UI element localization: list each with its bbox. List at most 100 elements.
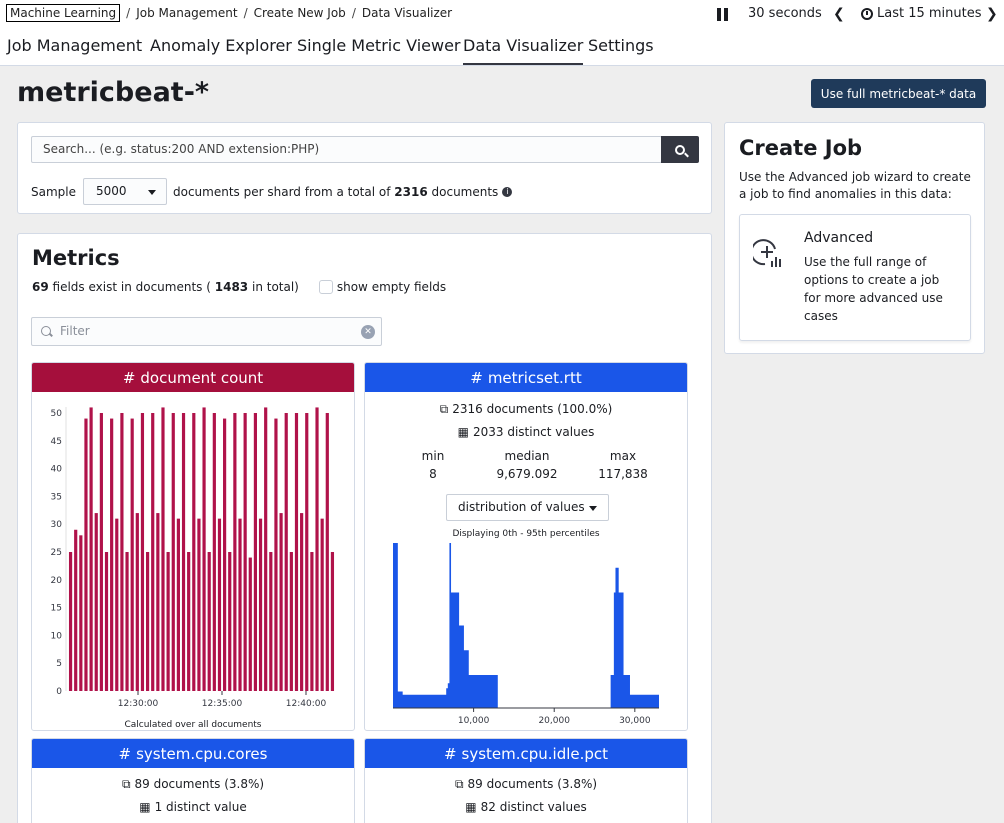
bar — [171, 413, 175, 691]
sample-suffix-b: documents — [431, 184, 499, 199]
min-value: 8 — [429, 467, 437, 481]
chevron-left-icon[interactable]: ❮ — [833, 6, 845, 22]
median-label: median — [504, 449, 550, 463]
tab-single-metric-viewer[interactable]: Single Metric Viewer — [297, 36, 461, 63]
sample-size-value: 5000 — [96, 184, 127, 198]
breadcrumb-machine-learning[interactable]: Machine Learning — [6, 4, 121, 22]
card-title: system.cpu.cores — [136, 744, 268, 763]
total-documents: 2316 — [394, 184, 428, 199]
bar — [279, 513, 283, 691]
bar — [264, 407, 268, 691]
breadcrumb-create-new-job[interactable]: Create New Job — [254, 6, 346, 20]
card-header: # metricset.rtt — [365, 363, 687, 392]
document-count-card: # document count 0 5 10 15 20 25 30 35 40 45 50 12:… — [31, 362, 355, 731]
show-empty-fields-label[interactable]: show empty fields — [337, 280, 446, 294]
create-job-panel: Create Job Use the Advanced job wizard t… — [724, 122, 985, 354]
bar — [284, 413, 288, 691]
chart-caption: Calculated over all documents — [124, 720, 262, 730]
bar — [176, 518, 180, 691]
advanced-job-card[interactable]: Advanced Use the full range of options t… — [739, 214, 971, 341]
bar — [181, 413, 186, 691]
y-tick-label: 10 — [51, 631, 63, 641]
tab-job-management[interactable]: Job Management — [7, 36, 142, 63]
breadcrumb-separator: / — [243, 6, 248, 20]
distribution-area — [393, 543, 659, 708]
x-tick-label: 12:40:00 — [286, 699, 327, 709]
filter-input[interactable]: Filter ✕ — [31, 317, 382, 346]
chevron-right-icon[interactable]: ❯ — [986, 6, 998, 22]
show-empty-fields-checkbox[interactable] — [318, 280, 333, 294]
min-label: min — [421, 449, 445, 463]
pause-icon[interactable] — [717, 8, 729, 21]
bar — [145, 552, 150, 691]
bar — [238, 518, 242, 691]
metricset-rtt-card: # metricset.rtt ⧉ 2316 documents (100.0%)… — [364, 362, 688, 731]
bar — [305, 413, 309, 691]
bar — [125, 552, 129, 691]
distribution-select[interactable]: distribution of values — [446, 494, 609, 521]
refresh-interval[interactable]: 30 seconds — [748, 6, 822, 21]
fields-text: fields exist in documents ( — [52, 280, 211, 294]
bar — [166, 552, 170, 691]
bar — [294, 413, 299, 691]
bar — [99, 413, 103, 691]
bar — [94, 513, 98, 691]
bar — [104, 552, 109, 691]
distinct-count: 82 distinct values — [480, 800, 587, 814]
distinct-stats: ▦ 2033 distinct values — [365, 425, 687, 439]
bar — [228, 552, 232, 691]
bar — [258, 518, 263, 691]
bar — [192, 413, 196, 691]
bar — [300, 513, 304, 691]
x-tick-label: 12:30:00 — [118, 699, 159, 709]
search-icon — [41, 326, 51, 336]
y-tick-label: 50 — [51, 409, 63, 419]
max-label: max — [609, 449, 637, 463]
breadcrumb: Machine Learning / Job Management / Crea… — [6, 4, 452, 22]
distinct-values-icon: ▦ — [457, 425, 469, 439]
document-stats: ⧉ 2316 documents (100.0%) — [365, 402, 687, 417]
documents-count: 2316 documents (100.0%) — [452, 402, 613, 416]
bar — [84, 418, 88, 691]
card-header: # system.cpu.idle.pct — [365, 739, 687, 768]
tab-bar: Job Management Anomaly Explorer Single M… — [0, 30, 1004, 66]
bar — [79, 535, 83, 691]
distribution-chart: 10,000 20,000 30,000 — [393, 543, 659, 726]
bar — [130, 418, 134, 691]
tab-data-visualizer[interactable]: Data Visualizer — [463, 36, 584, 65]
document-count-chart: 0 5 10 15 20 25 30 35 40 45 50 12:30:00 12:35:00 12:4… — [51, 407, 335, 709]
clear-icon[interactable]: ✕ — [361, 325, 375, 339]
info-icon[interactable]: i — [502, 186, 513, 197]
search-button[interactable] — [661, 136, 699, 163]
number-type-icon: # — [443, 744, 457, 763]
page-title: metricbeat-* — [17, 77, 210, 108]
bar — [274, 418, 278, 691]
breadcrumb-separator: / — [126, 6, 131, 20]
chevron-down-icon — [148, 190, 156, 195]
document-stats: ⧉ 89 documents (3.8%) — [365, 777, 687, 792]
sample-size-select[interactable]: 5000 — [83, 178, 167, 205]
tab-settings[interactable]: Settings — [588, 36, 654, 63]
bar — [248, 557, 252, 691]
advanced-job-description: Use the full range of options to create … — [804, 255, 943, 323]
y-tick-label: 30 — [51, 520, 63, 530]
x-tick-label: 12:35:00 — [202, 699, 243, 709]
number-type-icon: # — [118, 744, 132, 763]
fields-total: 1483 — [214, 280, 249, 294]
advanced-job-icon — [753, 239, 781, 267]
document-stats: ⧉ 89 documents (3.8%) — [32, 777, 354, 792]
distinct-stats: ▦ 82 distinct values — [365, 800, 687, 814]
bar — [269, 552, 273, 691]
number-type-icon: # — [470, 368, 483, 387]
bar — [135, 513, 139, 691]
distinct-values-icon: ▦ — [465, 800, 477, 814]
metrics-title: Metrics — [32, 246, 120, 270]
time-range-picker[interactable]: Last 15 minutes — [877, 6, 982, 21]
breadcrumb-job-management[interactable]: Job Management — [136, 6, 237, 20]
sample-suffix: documents per shard from a total of — [173, 184, 391, 199]
use-full-data-button[interactable]: Use full metricbeat-* data — [811, 79, 986, 108]
tab-anomaly-explorer[interactable]: Anomaly Explorer — [150, 36, 292, 63]
clock-icon — [861, 8, 873, 20]
search-input[interactable]: Search... (e.g. status:200 AND extension… — [31, 136, 662, 163]
max-value: 117,838 — [598, 467, 648, 481]
